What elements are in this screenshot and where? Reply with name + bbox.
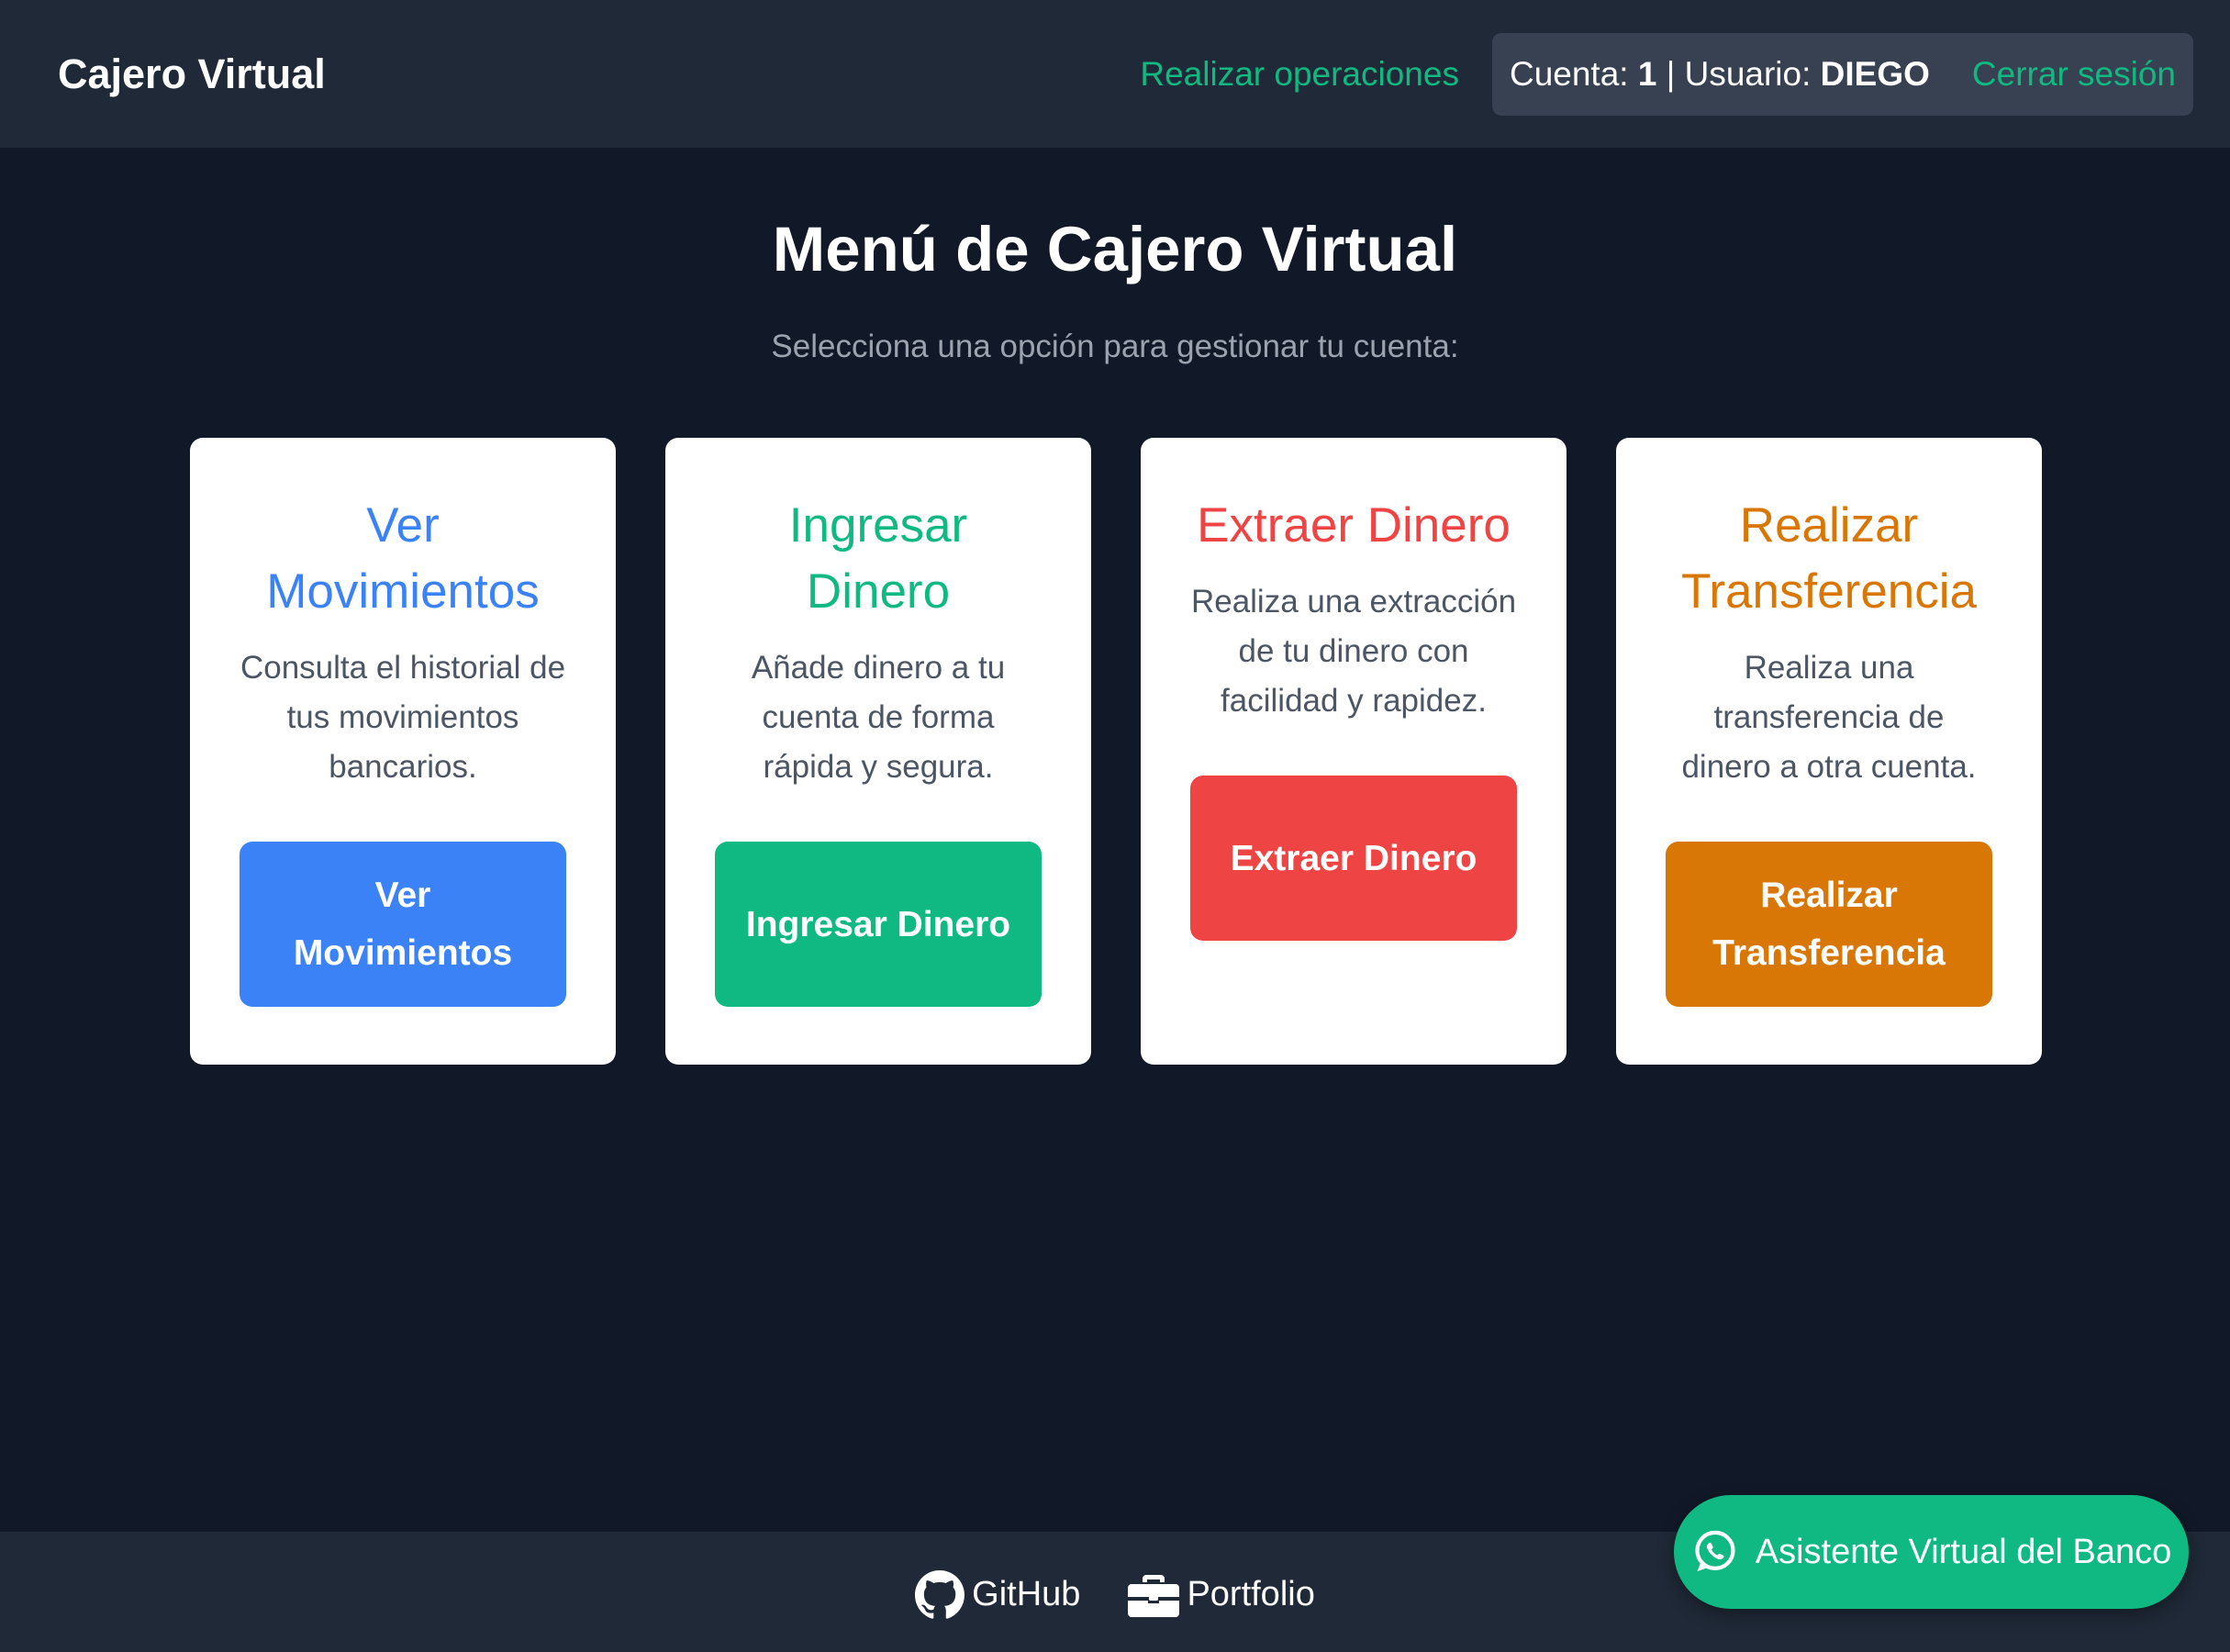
card-description: Realiza una transferencia de dinero a ot…	[1681, 650, 1977, 785]
portfolio-label: Portfolio	[1187, 1575, 1315, 1613]
github-label: GitHub	[972, 1575, 1081, 1613]
navbar: Cajero Virtual Realizar operaciones Cuen…	[0, 0, 2230, 148]
card-description: Añade dinero a tu cuenta de forma rápida…	[751, 650, 1006, 785]
extraer-dinero-button[interactable]: Extraer Dinero	[1190, 776, 1517, 941]
account-label: Cuenta:	[1509, 54, 1629, 93]
options-cards: Ver Movimientos Consulta el historial de…	[190, 438, 2042, 1065]
card-transferencia: Realizar Transferencia Realiza una trans…	[1616, 438, 2042, 1065]
navbar-right: Realizar operaciones Cuenta: 1 | Usuario…	[1140, 32, 2193, 116]
ver-movimientos-button[interactable]: Ver Movimientos	[240, 842, 566, 1007]
github-icon	[915, 1569, 965, 1619]
card-title: Ingresar Dinero	[788, 498, 968, 619]
page-subtitle: Selecciona una opción para gestionar tu …	[771, 329, 1459, 364]
card-movimientos: Ver Movimientos Consulta el historial de…	[190, 438, 616, 1065]
assistant-label: Asistente Virtual del Banco	[1755, 1532, 2172, 1571]
card-ingresar: Ingresar Dinero Añade dinero a tu cuenta…	[665, 438, 1091, 1065]
page-title: Menú de Cajero Virtual	[772, 214, 1458, 285]
card-extraer: Extraer Dinero Realiza una extracción de…	[1141, 438, 1567, 1065]
operations-link[interactable]: Realizar operaciones	[1140, 55, 1459, 94]
card-title: Realizar Transferencia	[1680, 498, 1978, 619]
user-name: DIEGO	[1820, 54, 1930, 93]
account-box: Cuenta: 1 | Usuario: DIEGO Cerrar sesión	[1491, 32, 2193, 116]
portfolio-link[interactable]: Portfolio	[1128, 1571, 1315, 1619]
realizar-transferencia-button[interactable]: Realizar Transferencia	[1666, 842, 1992, 1007]
card-description: Realiza una extracción de tu dinero con …	[1190, 584, 1517, 719]
logout-link[interactable]: Cerrar sesión	[1972, 55, 2176, 94]
account-info: Cuenta: 1 | Usuario: DIEGO	[1510, 55, 1930, 94]
whatsapp-icon	[1695, 1530, 1735, 1572]
brand-title[interactable]: Cajero Virtual	[58, 50, 326, 98]
virtual-assistant-button[interactable]: Asistente Virtual del Banco	[1674, 1495, 2189, 1609]
ingresar-dinero-button[interactable]: Ingresar Dinero	[715, 842, 1042, 1007]
github-link[interactable]: GitHub	[915, 1569, 1081, 1620]
briefcase-icon	[1128, 1574, 1180, 1617]
account-separator: |	[1666, 54, 1676, 93]
account-number: 1	[1637, 54, 1657, 93]
card-title: Extraer Dinero	[1197, 498, 1511, 553]
card-title: Ver Movimientos	[266, 498, 540, 619]
card-description: Consulta el historial de tus movimientos…	[240, 650, 566, 785]
page: Cajero Virtual Realizar operaciones Cuen…	[0, 0, 2230, 1652]
user-label: Usuario:	[1684, 54, 1812, 93]
